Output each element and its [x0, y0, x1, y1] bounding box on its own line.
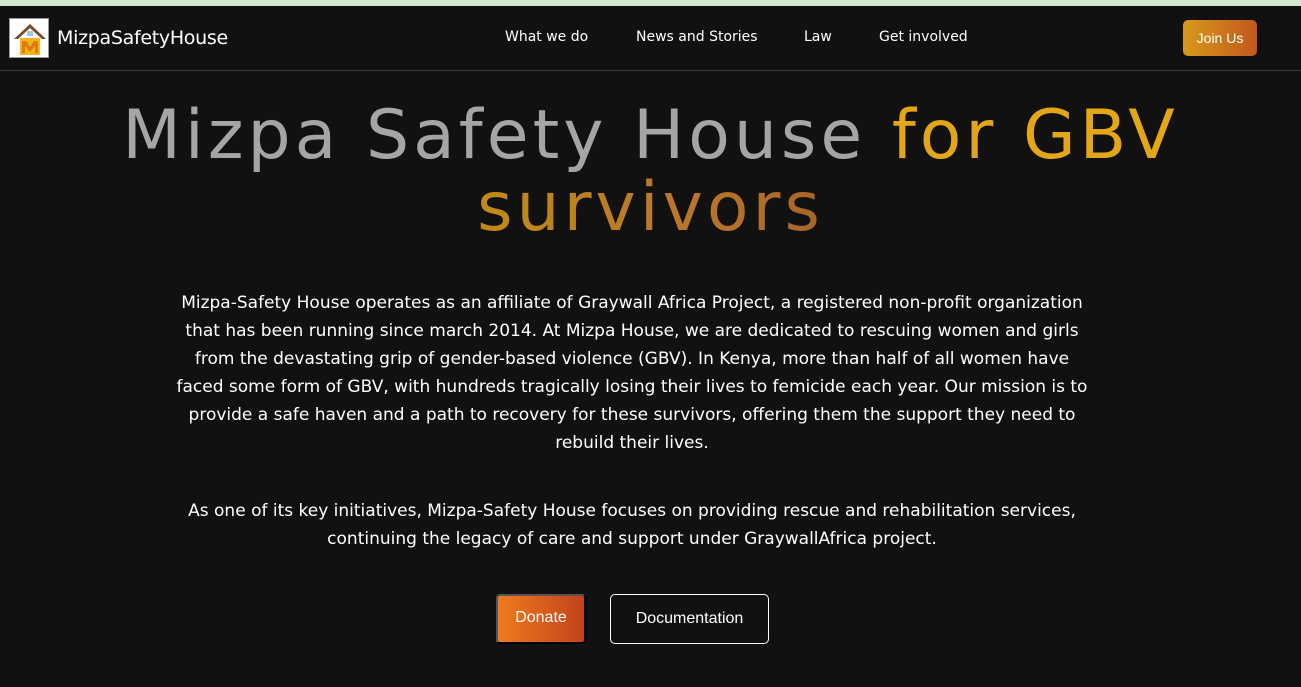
- nav-item-law[interactable]: Law: [804, 29, 832, 45]
- nav-item-news-and-stories[interactable]: News and Stories: [636, 29, 758, 45]
- hero-title-part1: Mizpa Safety House: [122, 96, 867, 175]
- nav-item-get-involved[interactable]: Get involved: [879, 29, 968, 45]
- navbar: MizpaSafetyHouse What we do News and Sto…: [0, 6, 1301, 71]
- join-us-button[interactable]: Join Us: [1183, 20, 1257, 56]
- nav-item-what-we-do[interactable]: What we do: [505, 29, 588, 45]
- documentation-button[interactable]: Documentation: [610, 594, 769, 644]
- donate-button[interactable]: Donate: [496, 594, 586, 644]
- hero-initiatives-paragraph: As one of its key initiatives, Mizpa-Saf…: [188, 501, 1076, 549]
- hero-title-part2: for GBV: [891, 96, 1179, 175]
- main-nav: What we do News and Stories Law Get invo…: [0, 6, 1301, 70]
- hero-title: Mizpa Safety House for GBV survivors: [0, 100, 1301, 244]
- hero-title-part3: survivors: [477, 168, 824, 247]
- hero-intro-paragraph: Mizpa-Safety House operates as an affili…: [176, 293, 1088, 453]
